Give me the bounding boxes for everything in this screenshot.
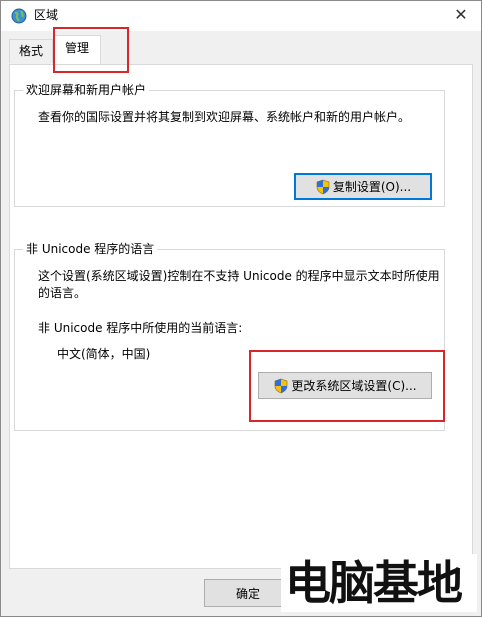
welcome-description: 查看你的国际设置并将其复制到欢迎屏幕、系统帐户和新的用户帐户。	[38, 110, 411, 124]
watermark-logo: 电脑基地	[281, 554, 477, 612]
globe-icon	[11, 8, 27, 24]
copy-settings-button[interactable]: 复制设置(O)...	[294, 173, 432, 200]
uac-shield-icon	[315, 179, 331, 195]
welcome-group-legend: 欢迎屏幕和新用户帐户	[23, 82, 150, 98]
current-language-label: 非 Unicode 程序中所使用的当前语言:	[38, 321, 243, 335]
close-button[interactable]: ✕	[441, 1, 481, 31]
current-language-value: 中文(简体，中国)	[57, 347, 151, 361]
window-title: 区域	[34, 8, 59, 22]
tab-format[interactable]: 格式	[9, 39, 53, 63]
change-locale-highlight-box	[249, 350, 445, 422]
tab-highlight-box	[53, 27, 129, 73]
ok-button[interactable]: 确定	[204, 579, 292, 607]
non-unicode-group-legend: 非 Unicode 程序的语言	[23, 241, 158, 257]
non-unicode-description: 这个设置(系统区域设置)控制在不支持 Unicode 的程序中显示文本时所使用的…	[38, 269, 440, 300]
copy-settings-label: 复制设置(O)...	[332, 180, 412, 194]
region-dialog: 区域 ✕ 格式 管理 欢迎屏幕和新用户帐户 查看你的国际设置并将其复制到欢迎屏幕…	[0, 0, 482, 617]
